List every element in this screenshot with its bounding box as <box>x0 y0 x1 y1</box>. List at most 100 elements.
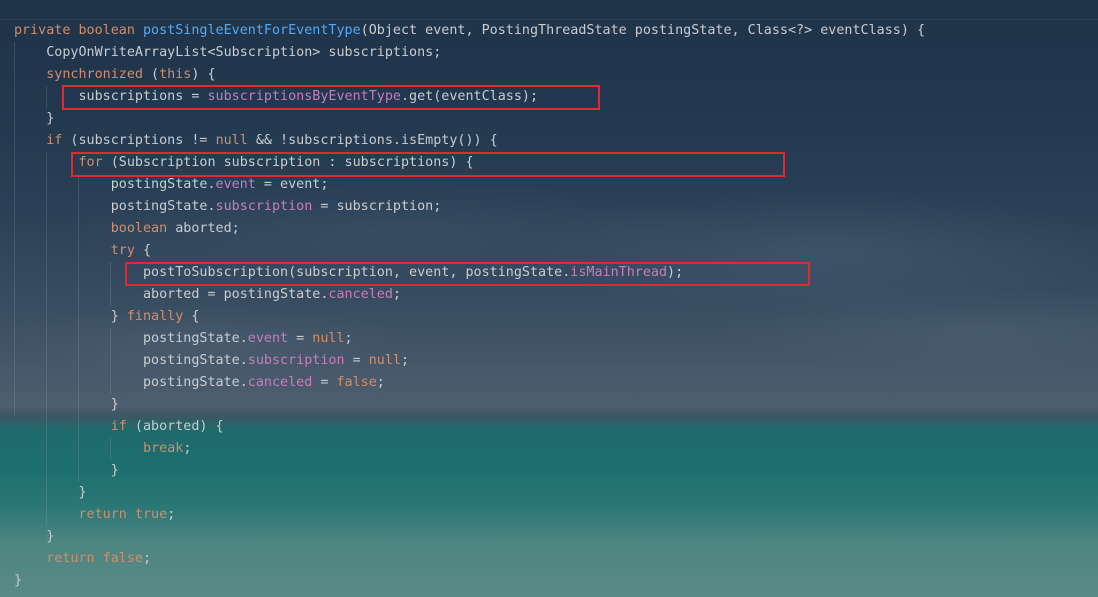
code-token: event <box>215 177 256 192</box>
code-line[interactable]: try { <box>14 240 151 262</box>
code-token: this <box>159 67 192 82</box>
code-token: canceled <box>328 287 393 302</box>
code-line[interactable]: postingState.subscription = null; <box>14 350 409 372</box>
code-line[interactable]: if (subscriptions != null && !subscripti… <box>14 130 498 152</box>
code-line[interactable]: } <box>14 108 54 130</box>
code-token: ) { <box>191 67 216 82</box>
code-token: ; <box>392 287 401 302</box>
code-line[interactable]: private boolean postSingleEventForEventT… <box>14 20 925 42</box>
code-line[interactable]: return true; <box>14 504 176 526</box>
code-token: = subscription; <box>312 199 442 214</box>
code-token: try <box>110 243 135 258</box>
code-line[interactable]: CopyOnWriteArrayList<Subscription> subsc… <box>14 42 441 64</box>
code-line[interactable]: } <box>14 526 54 548</box>
code-line[interactable]: synchronized (this) { <box>14 64 216 86</box>
code-token: } <box>14 573 23 588</box>
code-line[interactable]: postingState.canceled = false; <box>14 372 385 394</box>
code-token: postingState. <box>14 177 216 192</box>
code-token: false <box>102 551 143 566</box>
code-line[interactable]: if (aborted) { <box>14 416 224 438</box>
code-token: postingState. <box>14 199 216 214</box>
code-token: (Object event, PostingThreadState postin… <box>360 23 926 38</box>
code-token: postingState. <box>14 331 248 346</box>
code-token: ; <box>400 353 410 368</box>
code-token: synchronized <box>46 67 143 82</box>
code-token: CopyOnWriteArrayList<Subscription> subsc… <box>14 45 442 60</box>
code-token: && !subscriptions.isEmpty()) { <box>247 133 498 148</box>
code-line[interactable]: break; <box>14 438 191 460</box>
code-token: aborted = postingState. <box>14 287 329 302</box>
code-token: false <box>336 375 377 390</box>
code-token: subscription <box>215 199 313 214</box>
code-line[interactable]: } <box>14 570 22 592</box>
code-token: = event; <box>255 177 329 192</box>
code-token: { <box>134 243 152 258</box>
code-token: break <box>143 441 184 456</box>
code-token: postSingleEventForEventType <box>143 23 361 38</box>
code-token: } <box>14 485 87 500</box>
code-line[interactable]: } finally { <box>14 306 200 328</box>
code-token: } <box>14 111 55 126</box>
code-token: if <box>110 419 127 434</box>
code-line[interactable]: return false; <box>14 548 151 570</box>
code-line[interactable]: postingState.event = event; <box>14 174 329 196</box>
code-token: } <box>14 309 127 324</box>
code-token: ; <box>376 375 385 390</box>
code-line[interactable]: aborted = postingState.canceled; <box>14 284 401 306</box>
code-token: if <box>46 133 63 148</box>
highlight-box-subscriptions-lookup <box>62 85 600 110</box>
code-token: true <box>134 507 168 522</box>
code-token: null <box>312 331 345 346</box>
code-token: (aborted) { <box>126 419 224 434</box>
highlight-box-post-to-subscription <box>125 262 810 286</box>
code-token: subscription <box>247 353 345 368</box>
code-token: } <box>14 463 119 478</box>
code-token: return <box>46 551 95 566</box>
code-token: return <box>78 507 127 522</box>
code-token: ; <box>344 331 353 346</box>
code-token: { <box>183 309 200 324</box>
code-line[interactable]: boolean aborted; <box>14 218 240 240</box>
highlight-box-for-loop <box>71 152 785 177</box>
code-token: ; <box>183 441 192 456</box>
code-token: } <box>14 397 119 412</box>
code-line[interactable]: } <box>14 394 119 416</box>
code-token: boolean <box>78 23 135 38</box>
code-token: aborted; <box>167 221 240 236</box>
code-token: postingState. <box>14 353 248 368</box>
code-token: (subscriptions != <box>62 133 216 148</box>
code-line[interactable]: postingState.event = null; <box>14 328 353 350</box>
code-token: private <box>14 23 71 38</box>
code-token: ; <box>143 551 152 566</box>
code-token: canceled <box>247 375 313 390</box>
code-token: ( <box>143 67 160 82</box>
code-token: postingState. <box>14 375 248 390</box>
code-token: boolean <box>110 221 168 236</box>
code-line[interactable]: } <box>14 482 87 504</box>
code-token: = <box>312 375 337 390</box>
code-token: = <box>344 353 369 368</box>
code-token: null <box>368 353 401 368</box>
code-token: ; <box>167 507 176 522</box>
code-editor[interactable]: private boolean postSingleEventForEventT… <box>0 0 1098 597</box>
code-line[interactable]: } <box>14 460 119 482</box>
code-token: finally <box>126 309 184 324</box>
code-token: null <box>215 133 248 148</box>
code-line[interactable]: postingState.subscription = subscription… <box>14 196 442 218</box>
code-token: = <box>288 331 313 346</box>
code-token: event <box>247 331 289 346</box>
code-token: } <box>14 529 55 544</box>
